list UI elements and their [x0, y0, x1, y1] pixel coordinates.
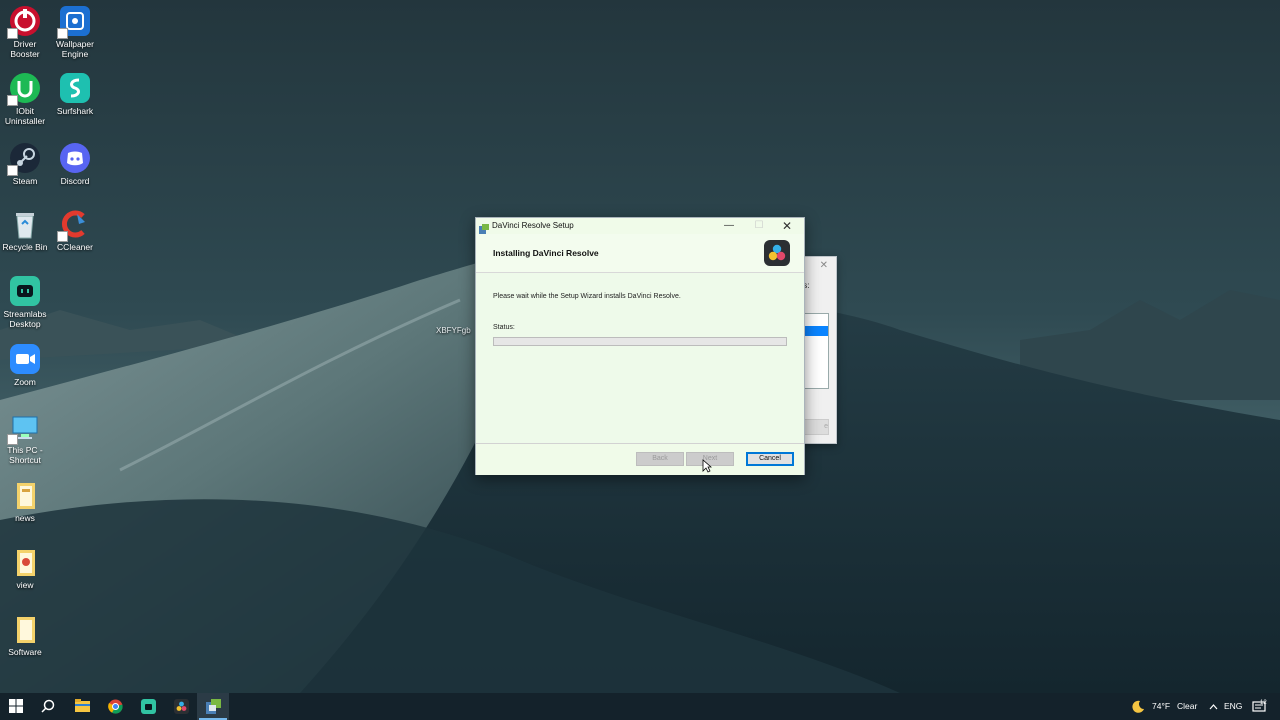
weather-temperature[interactable]: 74°F [1152, 693, 1170, 720]
start-button[interactable] [0, 693, 32, 720]
desktop-icon-label: Software [8, 647, 42, 657]
desktop-icon-view[interactable]: view [0, 546, 52, 590]
davinci-resolve-icon [174, 699, 189, 714]
notification-center-button[interactable]: 12 [1252, 693, 1267, 720]
desktop-icon-label: Zoom [14, 377, 36, 387]
this-pc-icon [7, 411, 41, 445]
dialog-titlebar[interactable]: DaVinci Resolve Setup — ☐ ✕ [476, 218, 804, 234]
taskbar-file-explorer[interactable] [66, 693, 98, 720]
install-message: Please wait while the Setup Wizard insta… [493, 293, 681, 300]
setup-dialog: DaVinci Resolve Setup — ☐ ✕ Installing D… [475, 217, 805, 475]
chevron-up-icon[interactable] [1209, 693, 1218, 720]
file-explorer-icon [75, 699, 90, 712]
installer-icon [479, 221, 489, 234]
language-indicator[interactable]: ENG [1224, 693, 1242, 720]
maximize-icon: ☐ [754, 220, 764, 231]
background-window-list[interactable] [801, 313, 829, 389]
folder-icon [9, 613, 41, 645]
desktop-icon-label: Recycle Bin [2, 242, 48, 252]
desktop-icon-label: Streamlabs Desktop [3, 309, 47, 329]
background-window-button[interactable]: e [801, 419, 829, 435]
cancel-button[interactable]: Cancel [746, 452, 794, 466]
davinci-resolve-icon [764, 240, 790, 266]
taskbar-setup-installer[interactable] [197, 693, 229, 720]
start-icon [9, 699, 23, 713]
desktop-icon-label: This PC - Shortcut [7, 445, 43, 465]
dialog-title: DaVinci Resolve Setup [492, 221, 574, 230]
driver-booster-icon [7, 5, 41, 39]
setup-installer-icon [206, 699, 221, 714]
close-icon[interactable]: ✕ [774, 219, 800, 233]
desktop-icon-software[interactable]: Software [0, 613, 52, 657]
desktop-icon-label: Driver Booster [10, 39, 40, 59]
mouse-cursor-icon [702, 459, 713, 473]
back-button[interactable]: Back [636, 452, 684, 466]
zoom-icon [9, 343, 41, 375]
taskbar-davinci-resolve[interactable] [165, 693, 197, 720]
streamlabs-icon [141, 699, 156, 714]
desktop-icon-label: news [15, 513, 35, 523]
dialog-footer: Back Next Cancel [476, 443, 804, 475]
desktop-icon-steam[interactable]: Steam [0, 142, 52, 186]
taskbar-chrome[interactable] [99, 693, 131, 720]
dialog-heading: Installing DaVinci Resolve [493, 248, 599, 258]
iobit-uninstaller-icon [7, 72, 41, 106]
install-progress-bar [493, 337, 787, 346]
desktop-icon-label: Surfshark [56, 106, 94, 116]
chrome-icon [108, 699, 123, 714]
desktop-icon-wallpaper-engine[interactable]: Wallpaper Engine [48, 5, 102, 59]
close-icon[interactable]: ✕ [820, 260, 828, 271]
weather-condition[interactable]: Clear [1177, 693, 1197, 720]
weather-moon-icon[interactable] [1131, 693, 1145, 720]
desktop-icon-label: IObit Uninstaller [4, 106, 46, 126]
streamlabs-icon [9, 275, 41, 307]
desktop-icon-recycle-bin[interactable]: Recycle Bin [0, 208, 52, 252]
desktop-icon-label: CCleaner [57, 242, 93, 252]
taskbar: 74°F Clear ENG 12 [0, 693, 1280, 720]
desktop-icon-label: Steam [12, 176, 38, 186]
desktop-icon-label: Wallpaper Engine [56, 39, 94, 59]
desktop-icon-driver-booster[interactable]: Driver Booster [0, 5, 52, 59]
search-button[interactable] [32, 693, 64, 720]
desktop-icon-iobit-uninstaller[interactable]: IObit Uninstaller [0, 72, 52, 126]
desktop-icon-discord[interactable]: Discord [48, 142, 102, 186]
dialog-header: Installing DaVinci Resolve [476, 234, 804, 273]
desktop-icon-zoom[interactable]: Zoom [0, 343, 52, 387]
surfshark-icon [59, 72, 91, 104]
folder-icon [9, 479, 41, 511]
desktop-icon-news[interactable]: news [0, 479, 52, 523]
ccleaner-icon [57, 208, 91, 242]
notification-count-badge: 12 [1260, 700, 1267, 706]
list-item[interactable] [802, 326, 828, 336]
minimize-icon[interactable]: — [716, 219, 742, 233]
desktop-icon-this-pc[interactable]: This PC - Shortcut [0, 411, 52, 465]
status-label: Status: [493, 324, 515, 331]
steam-icon [7, 142, 41, 176]
dialog-body: Please wait while the Setup Wizard insta… [476, 273, 804, 443]
search-icon [41, 699, 55, 713]
desktop-icon-label: view [16, 580, 34, 590]
desktop-stray-text: XBFYFgb [436, 326, 471, 335]
desktop-icon-ccleaner[interactable]: CCleaner [48, 208, 102, 252]
taskbar-streamlabs[interactable] [132, 693, 164, 720]
wallpaper-engine-icon [57, 5, 91, 39]
desktop-icon-surfshark[interactable]: Surfshark [48, 72, 102, 116]
recycle-bin-icon [9, 208, 41, 240]
discord-icon [59, 142, 91, 174]
desktop-icon-label: Discord [60, 176, 90, 186]
desktop-icon-streamlabs[interactable]: Streamlabs Desktop [0, 275, 52, 329]
folder-icon [9, 546, 41, 578]
